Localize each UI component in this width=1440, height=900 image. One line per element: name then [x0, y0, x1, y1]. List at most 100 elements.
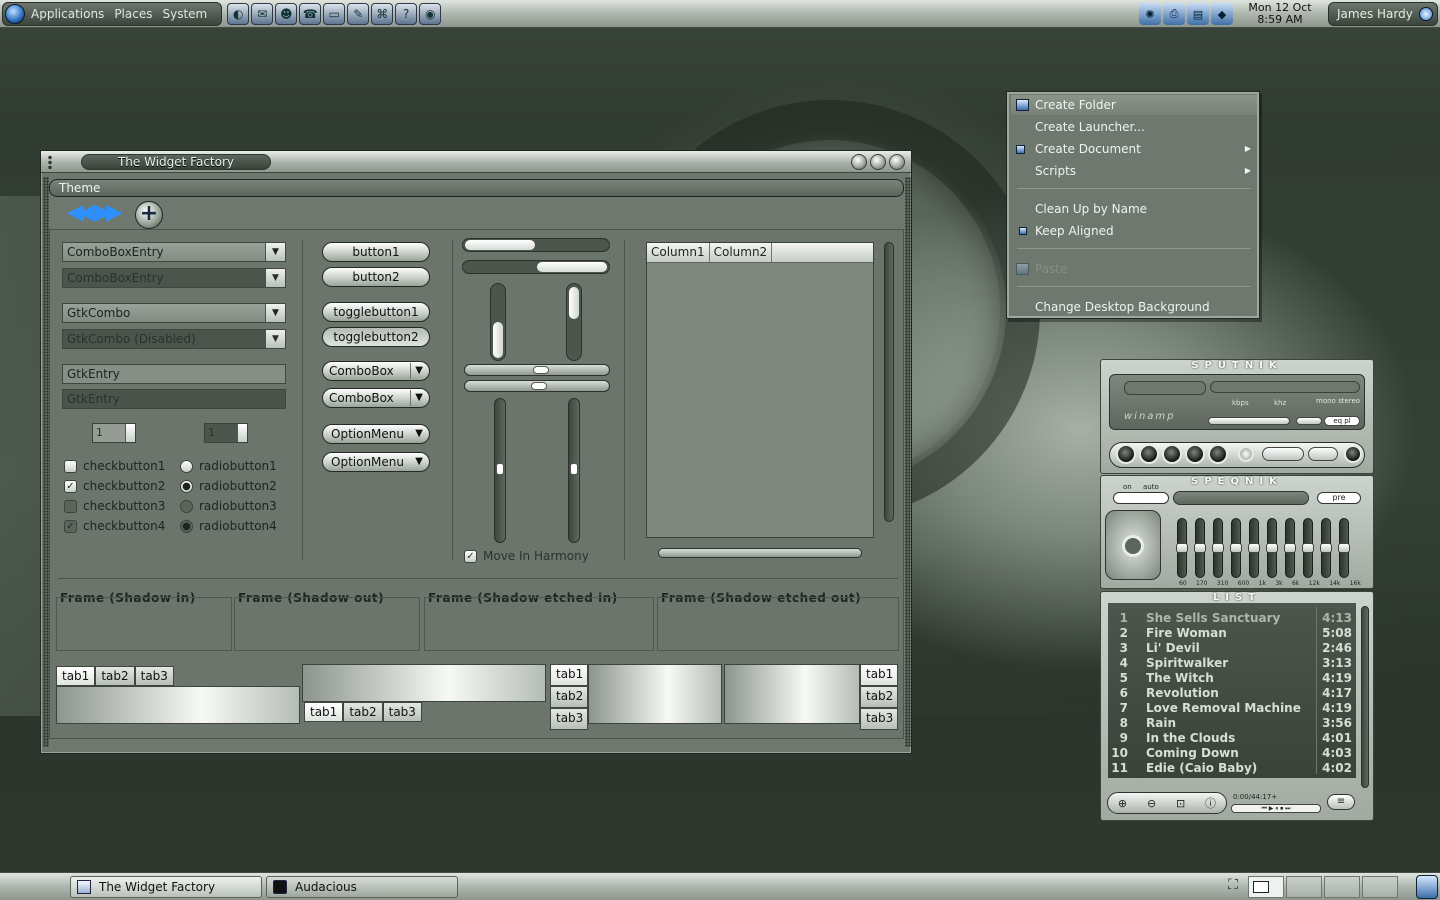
printer-icon[interactable]: ⎙ [1163, 3, 1185, 25]
eq-band-1k[interactable] [1248, 518, 1260, 578]
column-header-1[interactable]: Column1 [647, 243, 710, 262]
optionmenu-2[interactable]: OptionMenu ▼ [322, 452, 430, 472]
clock[interactable]: Mon 12 Oct 8:59 AM [1238, 1, 1322, 27]
slider-handle[interactable] [1248, 543, 1260, 553]
menu-system[interactable]: System [162, 7, 207, 21]
comboboxentry-2[interactable]: ComboBoxEntry ▼ [62, 268, 286, 288]
playlist-row[interactable]: 11 Edie (Caio Baby) 4:02 [1108, 761, 1356, 776]
togglebutton2[interactable]: togglebutton2 [322, 327, 430, 347]
terminal-icon[interactable]: ▭ [323, 2, 346, 25]
menu-keep-aligned[interactable]: Keep Aligned [1011, 221, 1257, 241]
radiobutton3[interactable]: radiobutton3 [180, 498, 277, 514]
tree-view[interactable]: Column1 Column2 [646, 242, 874, 538]
preamp-slider[interactable] [1105, 510, 1161, 580]
vscale-1[interactable] [494, 398, 506, 543]
eq-band-6k[interactable] [1284, 518, 1296, 578]
slider-handle[interactable] [570, 463, 578, 475]
misc-icon[interactable]: ⓘ [1205, 795, 1216, 811]
repeat-button[interactable] [1308, 447, 1338, 461]
eq-pl-toggles[interactable]: eq pl [1324, 416, 1360, 426]
eq-band-170[interactable] [1194, 518, 1206, 578]
browser-icon[interactable]: ◐ [227, 2, 250, 25]
minimize-button[interactable] [851, 154, 867, 170]
slider-handle[interactable] [1320, 543, 1332, 553]
previous-button[interactable] [1116, 444, 1136, 464]
phone-icon[interactable]: ☎ [299, 2, 322, 25]
eq-title[interactable]: SPEQNIK [1101, 476, 1373, 488]
eq-band-16k[interactable] [1338, 518, 1350, 578]
playlist-row[interactable]: 8 Rain 3:56 [1108, 716, 1356, 731]
eq-band-12k[interactable] [1302, 518, 1314, 578]
help-icon[interactable]: ? [395, 2, 418, 25]
play-button[interactable] [1139, 444, 1159, 464]
hscale-1[interactable] [464, 364, 610, 376]
slider-handle[interactable] [1284, 543, 1296, 553]
camera-icon[interactable]: ◉ [419, 2, 442, 25]
mini-transport[interactable]: ⏮ ▶ ⏸ ⏹ ⏭ [1231, 804, 1321, 813]
eq-band-3k[interactable] [1266, 518, 1278, 578]
task-audacious[interactable]: Audacious [266, 876, 458, 898]
weather-icon[interactable]: ✺ [1139, 3, 1161, 25]
menu-create-launcher[interactable]: Create Launcher... [1011, 117, 1257, 137]
menu-button[interactable] [1344, 445, 1362, 463]
player-title[interactable]: SPUTNIK [1101, 360, 1373, 372]
playlist-scrollbar[interactable] [1361, 606, 1369, 788]
eq-toggle[interactable]: eq [1333, 417, 1342, 425]
presets-button[interactable]: pre [1317, 492, 1361, 504]
playlist-row[interactable]: 1 She Sells Sanctuary 4:13 [1108, 611, 1356, 626]
power-icon[interactable] [1419, 7, 1433, 21]
eject-button[interactable] [1238, 446, 1254, 462]
remove-icon[interactable]: ⊖ [1147, 797, 1156, 810]
playlist-row[interactable]: 3 Li' Devil 2:46 [1108, 641, 1356, 656]
playlist-menu-button[interactable]: ≡ [1327, 794, 1355, 810]
tab-1[interactable]: tab1 [860, 664, 898, 686]
menu-change-background[interactable]: Change Desktop Background [1011, 297, 1257, 317]
eq-band-310[interactable] [1212, 518, 1224, 578]
vscale-2[interactable] [568, 398, 580, 543]
slider-handle[interactable] [1212, 543, 1224, 553]
maximize-button[interactable] [870, 154, 886, 170]
gtkentry[interactable]: GtkEntry [62, 364, 286, 384]
radiobutton1[interactable]: radiobutton1 [180, 458, 277, 474]
chevron-down-icon[interactable]: ▼ [265, 243, 285, 261]
menu-create-document[interactable]: Create Document ▶ [1011, 139, 1257, 159]
add-icon[interactable]: ⊕ [1118, 797, 1127, 810]
chat-icon[interactable]: ☻ [275, 2, 298, 25]
spin-arrows-icon[interactable] [125, 424, 135, 442]
show-desktop-icon[interactable]: ⛶ [1222, 877, 1244, 897]
network-icon[interactable]: ⌘ [371, 2, 394, 25]
task-widget-factory[interactable]: The Widget Factory [70, 876, 262, 898]
tab-2[interactable]: tab2 [550, 686, 588, 708]
playlist-row[interactable]: 10 Coming Down 4:03 [1108, 746, 1356, 761]
playlist-row[interactable]: 7 Love Removal Machine 4:19 [1108, 701, 1356, 716]
preamp-knob[interactable] [1122, 535, 1144, 557]
tab-1[interactable]: tab1 [56, 666, 96, 686]
playlist[interactable]: 1 She Sells Sanctuary 4:13 2 Fire Woman 5:08… [1108, 603, 1356, 778]
eq-band-600[interactable] [1230, 518, 1242, 578]
radiobutton2[interactable]: ● radiobutton2 [180, 478, 277, 494]
button2[interactable]: button2 [322, 267, 430, 287]
slider-handle[interactable] [1302, 543, 1314, 553]
mail-icon[interactable]: ✉ [251, 2, 274, 25]
slider-handle[interactable] [1230, 543, 1242, 553]
optionmenu-1[interactable]: OptionMenu ▼ [322, 424, 430, 444]
chevron-down-icon[interactable]: ▼ [265, 304, 285, 322]
tab-2[interactable]: tab2 [860, 686, 898, 708]
user-switcher[interactable]: James Hardy [1328, 2, 1438, 26]
tab-2[interactable]: tab2 [95, 666, 135, 686]
select-icon[interactable]: ⊡ [1176, 797, 1185, 810]
eq-band-60[interactable] [1176, 518, 1188, 578]
hscale-2[interactable] [464, 380, 610, 392]
slider-handle[interactable] [1338, 543, 1350, 553]
tab-3[interactable]: tab3 [550, 708, 588, 730]
stop-button[interactable] [1185, 444, 1205, 464]
playlist-row[interactable]: 2 Fire Woman 5:08 [1108, 626, 1356, 641]
workspace-3[interactable] [1324, 876, 1360, 898]
network-status-icon[interactable]: ◆ [1211, 3, 1233, 25]
menu-places[interactable]: Places [114, 7, 152, 21]
workspace-4[interactable] [1362, 876, 1398, 898]
slider-handle[interactable] [1194, 543, 1206, 553]
menu-create-folder[interactable]: Create Folder [1011, 95, 1257, 115]
tree-vertical-scrollbar[interactable] [884, 242, 894, 522]
playlist-row[interactable]: 9 In the Clouds 4:01 [1108, 731, 1356, 746]
